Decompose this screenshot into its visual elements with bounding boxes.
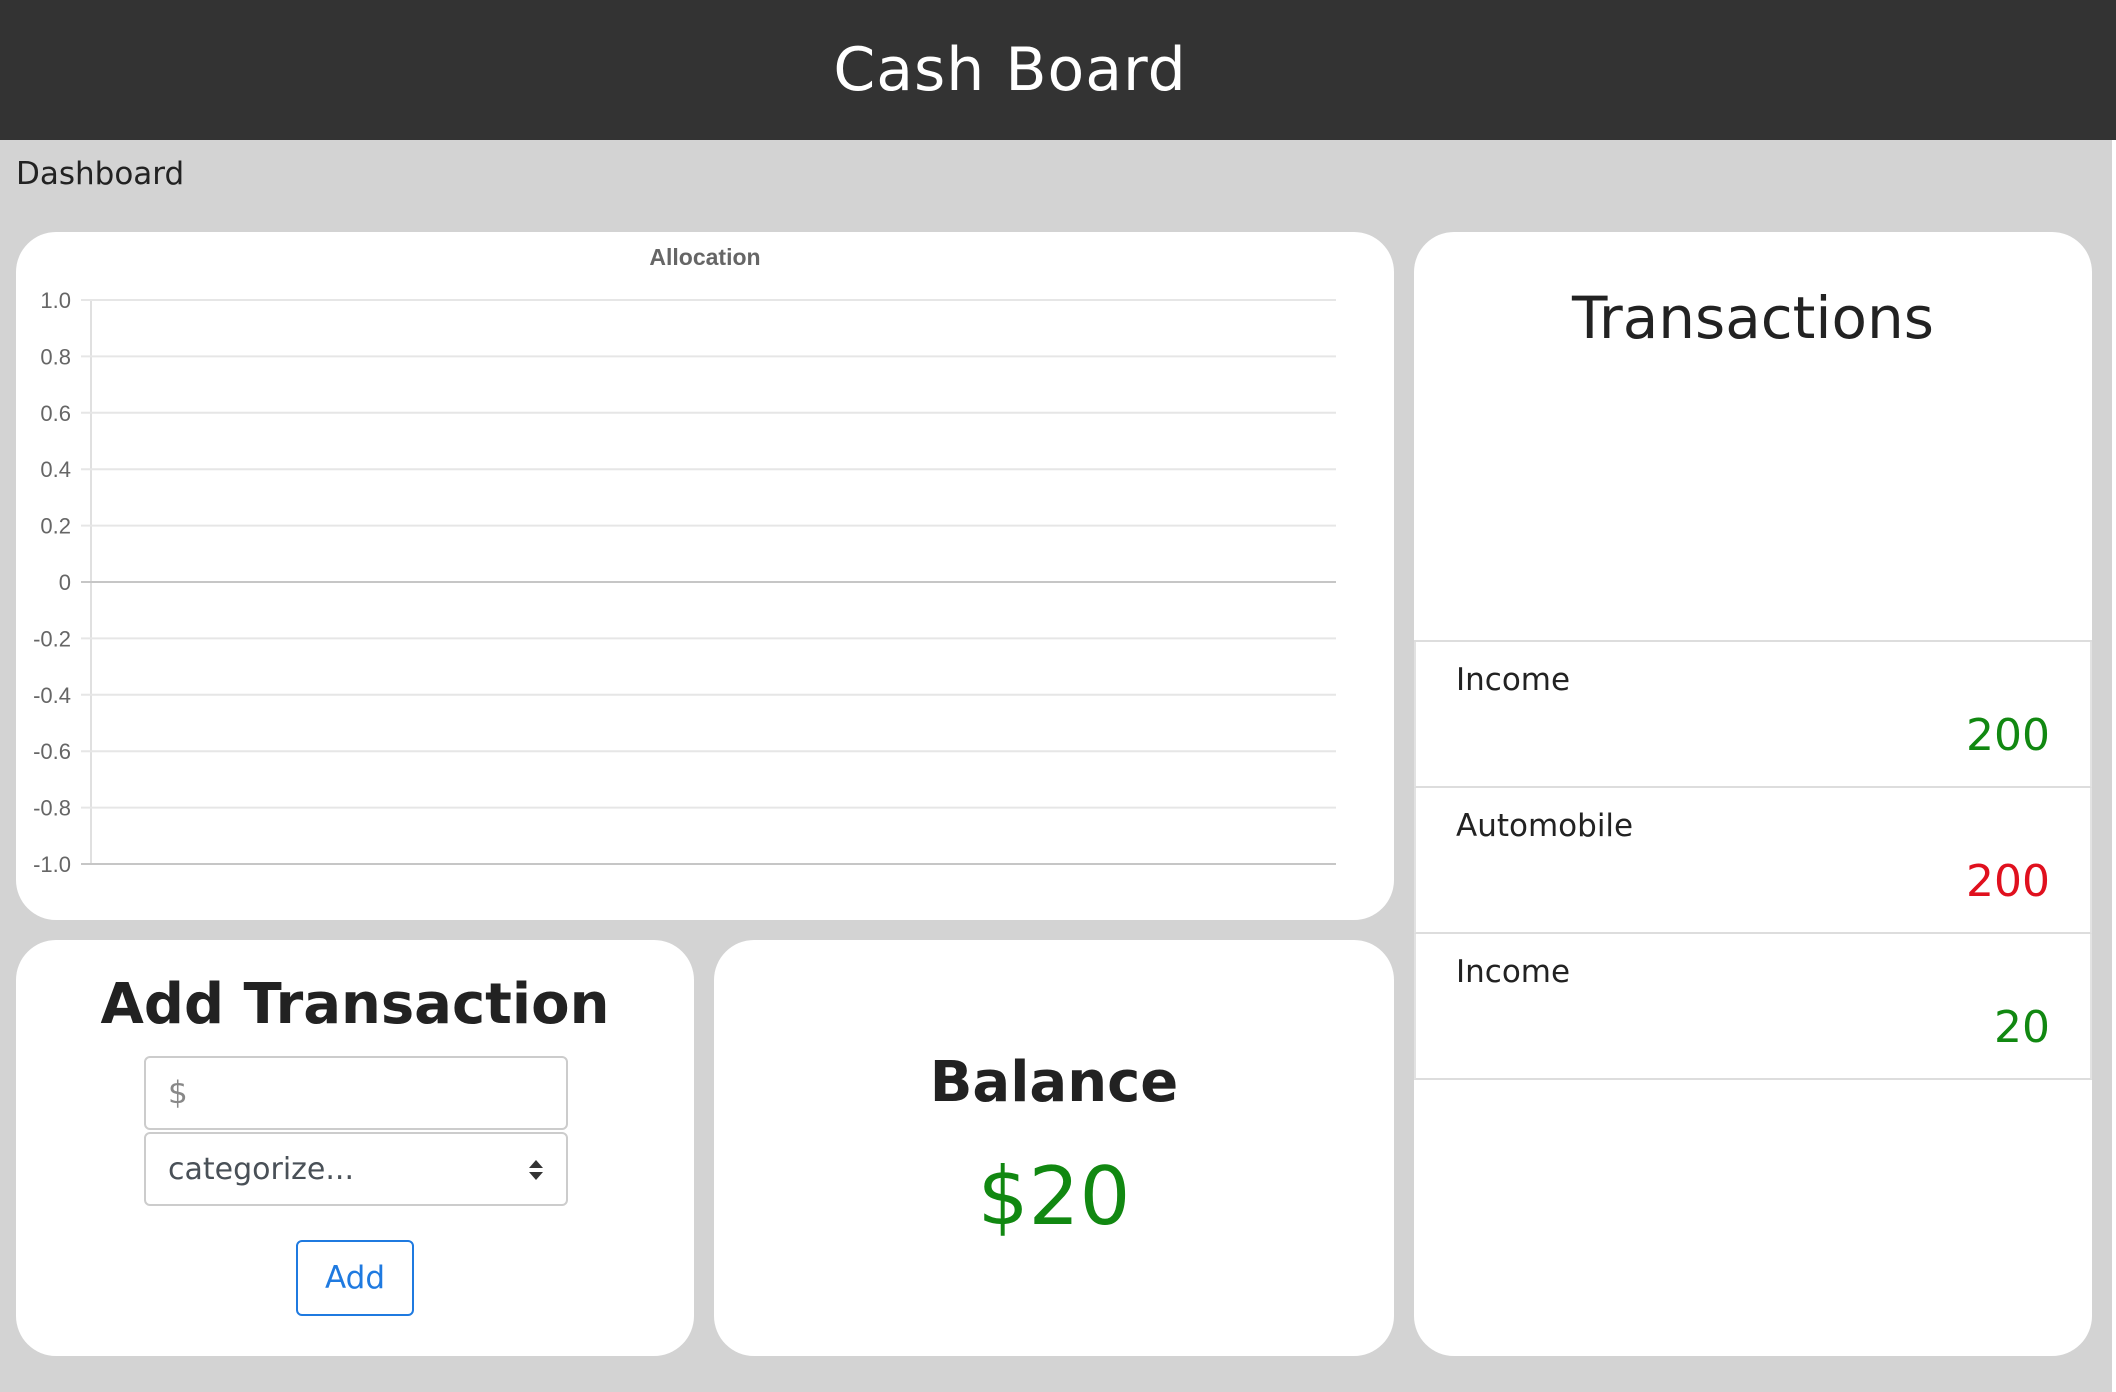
app-title: Cash Board — [833, 35, 1187, 105]
chart-y-tick-label: 0.2 — [40, 514, 71, 539]
select-arrows-icon — [529, 1160, 543, 1180]
chart-title: Allocation — [649, 244, 760, 270]
breadcrumb: Dashboard — [16, 156, 185, 192]
add-button[interactable]: Add — [296, 1240, 414, 1316]
chart-y-tick-label: -0.6 — [33, 739, 71, 764]
transaction-amount: 200 — [1966, 710, 2050, 761]
transaction-item[interactable]: Automobile 200 — [1414, 788, 2092, 934]
chart-y-tick-label: 0.6 — [40, 401, 71, 426]
transactions-card: Transactions Income 200 Automobile 200 I… — [1414, 232, 2092, 1356]
scrollbar[interactable] — [2112, 140, 2116, 1392]
transactions-list: Income 200 Automobile 200 Income 20 — [1414, 640, 2092, 1080]
transaction-category: Income — [1456, 954, 1571, 990]
chart-grid — [81, 299, 1336, 865]
add-transaction-title: Add Transaction — [100, 972, 610, 1037]
chart-y-tick-label: 0.8 — [40, 344, 71, 369]
balance-value: $20 — [977, 1150, 1131, 1243]
app-root: Cash Board Dashboard Allocation 1.0 0.8 0.… — [0, 0, 2116, 1392]
chart-y-tick-label: -0.2 — [33, 626, 71, 651]
transactions-title: Transactions — [1571, 284, 1935, 352]
allocation-chart-card: Allocation 1.0 0.8 0.6 0.4 0.2 0 -0.2 -0.4 -0.6 -… — [16, 232, 1394, 920]
category-select[interactable]: categorize... — [144, 1132, 568, 1206]
chart-y-tick-label: 1.0 — [40, 288, 71, 313]
balance-label: Balance — [929, 1050, 1179, 1115]
app-header: Cash Board — [0, 0, 2116, 140]
transaction-amount: 20 — [1994, 1002, 2050, 1053]
category-select-value: categorize... — [168, 1151, 354, 1187]
chart-y-tick-label: -0.8 — [33, 796, 71, 821]
transaction-category: Income — [1456, 662, 1571, 698]
chart-y-tick-label: 0 — [59, 570, 71, 595]
transaction-item[interactable]: Income 200 — [1414, 642, 2092, 788]
transaction-category: Automobile — [1456, 808, 1634, 844]
transaction-item[interactable]: Income 20 — [1414, 934, 2092, 1080]
allocation-chart: Allocation 1.0 0.8 0.6 0.4 0.2 0 -0.2 -0.4 -0.6 -… — [33, 244, 1336, 877]
chart-y-tick-label: 0.4 — [40, 457, 71, 482]
add-transaction-card: Add Transaction categorize... Add — [16, 940, 694, 1356]
amount-input[interactable] — [144, 1056, 568, 1130]
transaction-amount: 200 — [1966, 856, 2050, 907]
chart-y-tick-label: -1.0 — [33, 852, 71, 877]
chart-y-ticks: 1.0 0.8 0.6 0.4 0.2 0 -0.2 -0.4 -0.6 -0.8 -1.0 — [33, 288, 71, 877]
balance-card: Balance $20 — [714, 940, 1394, 1356]
chart-y-tick-label: -0.4 — [33, 683, 71, 708]
